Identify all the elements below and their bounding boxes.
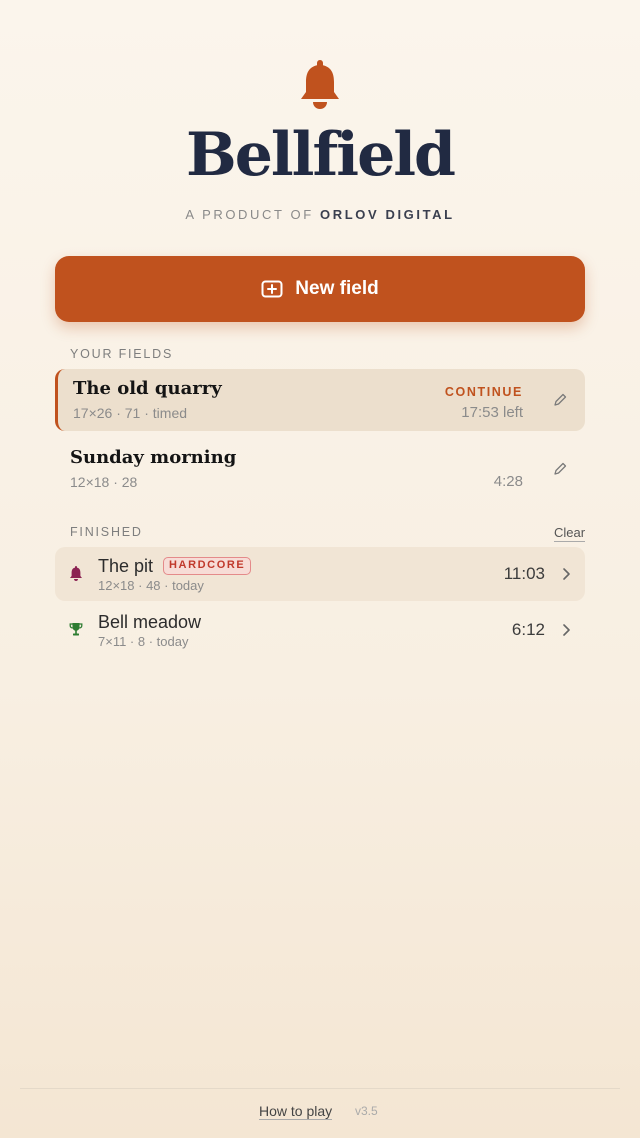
elapsed-time: 4:28 [493, 473, 523, 490]
field-meta: 12×18 · 28 [70, 474, 138, 490]
new-field-label: New field [295, 278, 379, 299]
pencil-icon[interactable] [553, 393, 567, 407]
continue-label[interactable]: CONTINUE [445, 385, 523, 399]
time-left: 17:53 left [461, 404, 523, 421]
version-label: v3.5 [355, 1104, 378, 1118]
finished-name: The pit [98, 556, 154, 576]
your-fields-heading: YOUR FIELDS [70, 347, 174, 361]
how-to-play-link[interactable]: How to play [259, 1103, 333, 1120]
app-subtitle: A PRODUCT OF ORLOV DIGITAL [0, 207, 640, 222]
field-name: Sunday morning [70, 447, 237, 468]
chevron-right-icon [563, 568, 570, 580]
new-field-button[interactable]: New field [55, 256, 585, 322]
trophy-icon [69, 623, 83, 636]
bell-icon [301, 60, 339, 109]
finished-item-bell-meadow[interactable]: Bell meadow 7×11 · 8 · today 6:12 [55, 603, 585, 657]
finished-time: 11:03 [503, 564, 545, 583]
chevron-right-icon [563, 624, 570, 636]
bell-icon [70, 566, 82, 581]
finished-item-the-pit[interactable]: The pit HARDCORE 12×18 · 48 · today 11:0… [55, 547, 585, 601]
field-card-sunday-morning[interactable]: Sunday morning 12×18 · 28 4:28 [55, 438, 585, 500]
field-name: The old quarry [73, 378, 222, 399]
plus-square-icon [261, 280, 283, 298]
finished-meta: 12×18 · 48 · today [98, 578, 204, 593]
field-meta: 17×26 · 71 · timed [73, 405, 188, 421]
finished-time: 6:12 [511, 620, 545, 639]
hardcore-badge: HARDCORE [163, 557, 252, 575]
finished-name: Bell meadow [98, 612, 202, 632]
subtitle-brand: ORLOV DIGITAL [320, 207, 455, 222]
finished-meta: 7×11 · 8 · today [98, 634, 189, 649]
field-card-old-quarry[interactable]: The old quarry 17×26 · 71 · timed CONTIN… [55, 369, 585, 431]
subtitle-prefix: A PRODUCT OF [185, 207, 314, 222]
finished-heading: FINISHED [70, 525, 143, 539]
app-title: Bellfield [186, 120, 456, 190]
clear-button[interactable]: Clear [554, 525, 586, 542]
footer-divider [20, 1088, 620, 1089]
pencil-icon[interactable] [553, 462, 567, 476]
